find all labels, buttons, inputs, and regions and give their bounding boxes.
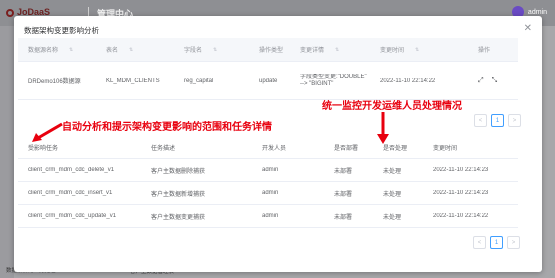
table-name-cell: KL_MDM_CLIENTS	[106, 77, 160, 84]
table-row[interactable]: client_crm_mdm_cdc_update_v1 客户主数据变更捕获 a…	[18, 205, 518, 228]
task-desc-cell: 客户主数据删除捕获	[151, 168, 206, 175]
table-row[interactable]: DRDemo106数据源 KL_MDM_CLIENTS reg_capital …	[18, 62, 518, 100]
table-header: 数据源名称 ⇅ 表名 ⇅ 字段名 ⇅ 操作类型⇅ 变更详情 ⇅ 变更时间 ⇅ 操作	[18, 38, 518, 62]
background-sidebar	[0, 26, 14, 278]
column-header[interactable]: 数据源名称 ⇅	[18, 45, 96, 55]
column-header[interactable]: 变更详情 ⇅	[290, 45, 370, 55]
prev-page-button[interactable]: <	[474, 114, 487, 127]
sort-icon[interactable]: ⇅	[335, 47, 339, 53]
table-row[interactable]: client_crm_mdm_cdc_insert_v1 客户主数据新增捕获 a…	[18, 182, 518, 205]
column-header[interactable]: 字段名 ⇅	[174, 45, 249, 55]
close-icon[interactable]: ✕	[524, 23, 532, 34]
task-desc-cell: 客户主数据新增捕获	[151, 191, 206, 198]
handled-cell: 未处理	[383, 214, 402, 221]
change-time-cell: 2022-11-10 22:14:23	[433, 167, 489, 173]
column-header[interactable]: 操作类型⇅	[249, 45, 290, 54]
column-label: 表名	[106, 48, 119, 54]
column-header: 开发人员	[262, 146, 287, 152]
page-number-button[interactable]: 1	[491, 114, 504, 127]
column-label: 操作	[478, 48, 491, 54]
change-time-cell: 2022-11-10 22:14:22	[433, 213, 489, 219]
column-header: 操作	[468, 45, 518, 54]
arrow-icon	[32, 122, 63, 142]
sort-icon[interactable]: ⇅	[415, 47, 419, 53]
column-label: 操作类型	[259, 48, 284, 54]
logo-icon	[6, 8, 14, 17]
developer-cell: admin	[262, 190, 279, 196]
prev-page-button[interactable]: <	[473, 236, 486, 249]
datasource-cell: DRDemo106数据源	[28, 79, 81, 85]
change-detail-cell: 字段类型变更:"DOUBLE" --> "BIGINT"	[300, 73, 367, 87]
sort-icon[interactable]: ⇅	[69, 47, 73, 53]
arrow-icon	[377, 112, 389, 144]
pagination: < 1 >	[474, 114, 521, 127]
column-header[interactable]: 表名 ⇅	[96, 45, 174, 55]
task-desc-cell: 客户主数据变更捕获	[151, 214, 206, 221]
actions-cell: ⤢ ⤡	[468, 77, 518, 85]
dialog-title: 数据架构变更影响分析	[24, 26, 99, 35]
developer-cell: admin	[262, 167, 279, 173]
deployed-cell: 未部署	[334, 168, 353, 175]
affected-tasks-table: 受影响任务 任务描述 开发人员 是否部署 是否处理 变更时间 client_cr…	[18, 137, 518, 228]
op-type-cell: update	[259, 77, 278, 84]
sort-icon[interactable]: ⇅	[129, 47, 133, 53]
sort-icon[interactable]: ⇅	[213, 47, 217, 53]
handled-cell: 未处理	[383, 168, 402, 175]
column-header: 变更时间	[433, 146, 458, 152]
annotation-monitoring: 统一监控开发运维人员处理情况	[322, 101, 462, 112]
task-cell: client_crm_mdm_cdc_insert_v1	[28, 190, 113, 196]
user-name: admin	[527, 8, 547, 16]
field-name-cell: reg_capital	[184, 77, 214, 84]
column-header: 任务描述	[151, 146, 176, 152]
expand-icon[interactable]: ⤢	[478, 77, 484, 85]
page-number-button[interactable]: 1	[490, 236, 503, 249]
change-time-cell: 2022-11-10 22:14:23	[433, 190, 489, 196]
column-header[interactable]: 变更时间 ⇅	[370, 45, 468, 55]
annotation-impact-analysis: 自动分析和提示架构变更影响的范围和任务详情	[62, 122, 272, 133]
deployed-cell: 未部署	[334, 191, 353, 198]
column-label: 字段名	[184, 48, 203, 54]
next-page-button[interactable]: >	[508, 114, 521, 127]
next-page-button[interactable]: >	[507, 236, 520, 249]
task-cell: client_crm_mdm_cdc_delete_v1	[28, 167, 115, 173]
column-header: 受影响任务	[28, 146, 59, 152]
handled-cell: 未处理	[383, 191, 402, 198]
developer-cell: admin	[262, 213, 279, 219]
schema-change-table: 数据源名称 ⇅ 表名 ⇅ 字段名 ⇅ 操作类型⇅ 变更详情 ⇅ 变更时间 ⇅ 操作 DRD…	[18, 38, 518, 100]
change-time-cell: 2022-11-10 22:14:22	[380, 77, 436, 84]
column-label: 变更时间	[380, 48, 405, 54]
task-cell: client_crm_mdm_cdc_update_v1	[28, 213, 117, 219]
column-label: 变更详情	[300, 48, 325, 54]
table-header: 受影响任务 任务描述 开发人员 是否部署 是否处理 变更时间	[18, 137, 518, 159]
table-row[interactable]: client_crm_mdm_cdc_delete_v1 客户主数据删除捕获 a…	[18, 159, 518, 182]
collapse-icon[interactable]: ⤡	[492, 77, 498, 85]
column-label: 数据源名称	[28, 48, 59, 54]
pagination: < 1 >	[473, 236, 520, 249]
deployed-cell: 未部署	[334, 214, 353, 221]
column-header: 是否部署	[334, 146, 359, 152]
